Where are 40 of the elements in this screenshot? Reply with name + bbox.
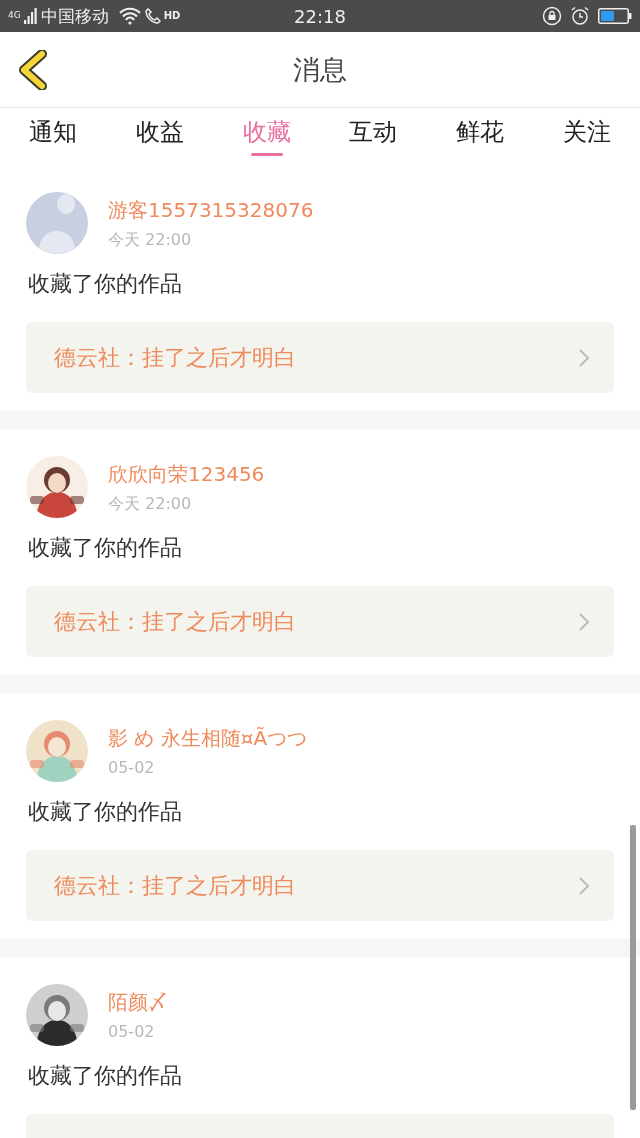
network-type: 4G [8,9,21,20]
message-text: 收藏了你的作品 [28,798,183,826]
tab[interactable]: 收藏 [213,108,320,165]
tab[interactable]: 收益 [106,108,214,165]
tab[interactable]: 通知 [0,108,107,165]
phone-icon [144,8,161,24]
message-text: 收藏了你的作品 [28,534,183,562]
tab[interactable]: 关注 [533,108,640,165]
signal-icon [23,8,38,24]
timestamp: 05-02 [108,1022,156,1041]
chevron-icon [578,611,590,632]
work-card[interactable]: 德云社：挂了之后才明白 [26,322,614,393]
chevron-icon [578,347,590,368]
rotation-lock-icon [542,6,562,26]
work-title: 德云社：挂了之后才明白 [54,343,297,372]
message-text: 收藏了你的作品 [28,1062,183,1090]
work-card[interactable]: 德云社：挂了之后才明白 [26,586,614,657]
tab[interactable]: 鲜花 [426,108,534,165]
timestamp: 今天 22:00 [108,494,193,515]
message-text: 收藏了你的作品 [28,270,183,298]
hd-label: HD [163,9,181,21]
battery-icon [598,8,632,24]
user-name[interactable]: 欣欣向荣123456 [108,461,265,488]
alarm-icon [570,6,590,26]
clock: 22:18 [293,5,347,27]
timestamp: 05-02 [108,758,156,777]
page-title: 消息 [293,52,347,87]
work-title: 德云社：挂了之后才明白 [54,871,297,900]
timestamp: 今天 22:00 [108,230,193,251]
tab[interactable]: 互动 [320,108,427,165]
back-icon[interactable] [16,50,50,90]
avatar-icon [26,192,88,254]
user-name[interactable]: 陌颜〆 [108,989,168,1016]
wifi-icon [117,7,142,25]
user-name[interactable]: 游客1557315328076 [108,197,314,224]
chevron-icon [578,875,590,896]
user-name[interactable]: 影 め 永生相随¤Ãつつ [108,725,308,752]
carrier-name: 中国移动 [40,4,109,28]
work-card[interactable]: 德云社：挂了之后才明白 [26,850,614,921]
work-title: 德云社：挂了之后才明白 [54,607,297,636]
